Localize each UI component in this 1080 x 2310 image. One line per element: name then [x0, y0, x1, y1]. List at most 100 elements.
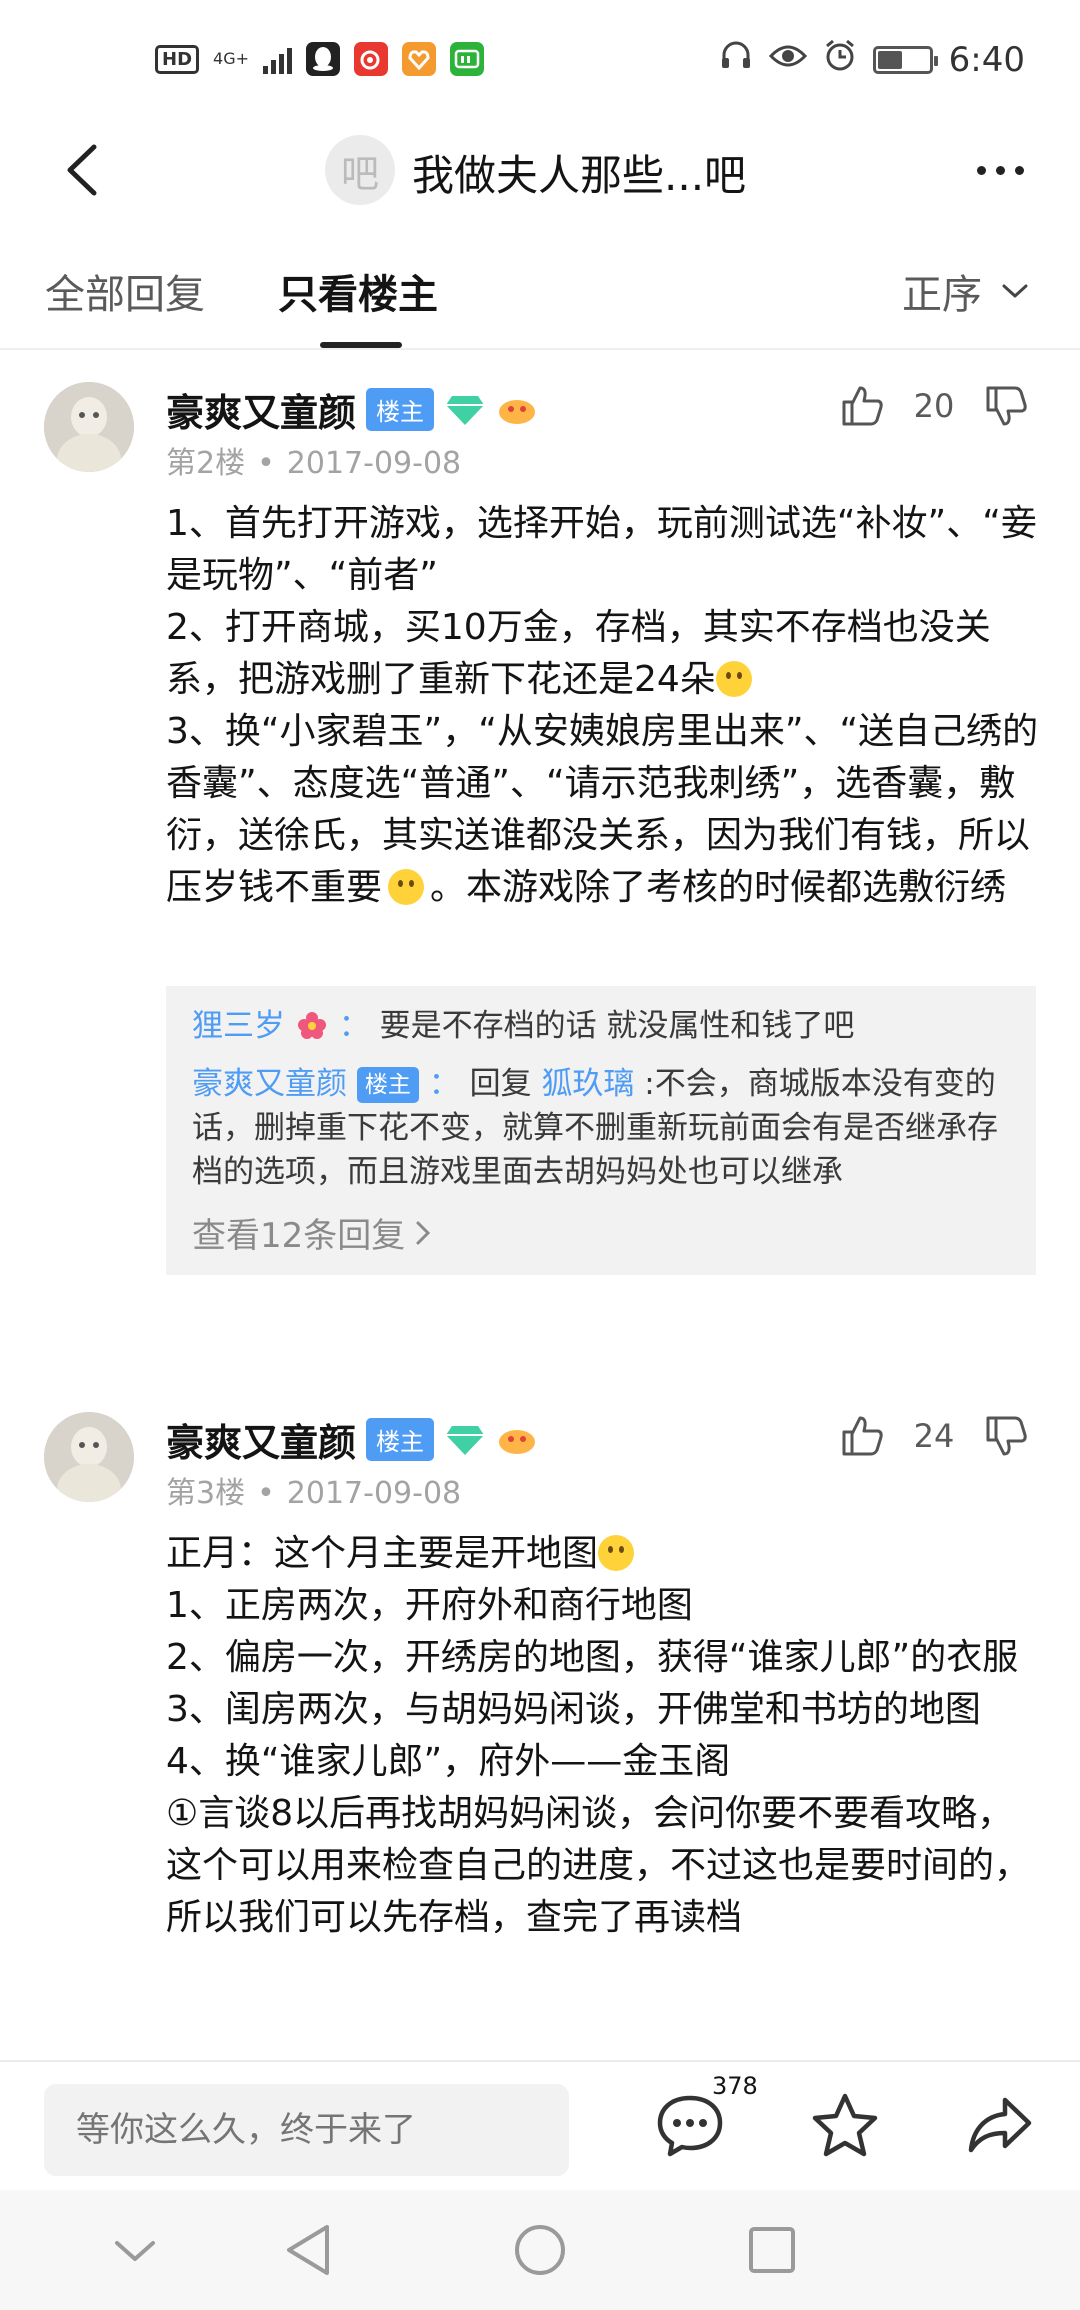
post-paragraph: 正月：这个月主要是开地图	[166, 1528, 1046, 1580]
clock-time: 6:40	[948, 39, 1025, 80]
square-recents-icon	[749, 2227, 795, 2273]
iqiyi-icon	[450, 42, 484, 76]
diamond-level-icon	[446, 1425, 485, 1455]
post-paragraph: 2、偏房一次，开绣房的地图，获得“谁家儿郎”的衣服	[166, 1637, 1019, 1678]
eye-icon	[768, 40, 807, 80]
emoji-icon	[715, 661, 752, 697]
avatar[interactable]	[44, 382, 134, 472]
post-paragraph: ①言谈8以后再找胡妈妈闲谈，会问你要不要看攻略，这个可以用来检查自己的进度，不过…	[166, 1793, 1031, 1938]
medal-icon	[499, 1429, 536, 1454]
reply-target[interactable]: 狐玖璃	[541, 1066, 634, 1102]
nav-home-button[interactable]	[510, 2220, 570, 2280]
author-name[interactable]: 豪爽又童颜	[166, 382, 356, 437]
post-paragraph: 4、换“谁家儿郎”，府外——金玉阁	[166, 1741, 731, 1782]
more-dot-icon	[1014, 165, 1024, 175]
thumbs-down-icon[interactable]	[982, 1412, 1030, 1460]
thumbs-up-icon[interactable]	[838, 382, 886, 430]
owner-badge: 楼主	[366, 388, 435, 431]
floor-meta: 第2楼 • 2017-09-08	[166, 446, 462, 481]
tab-all-replies[interactable]: 全部回复	[45, 262, 205, 320]
reply-input[interactable]	[44, 2084, 569, 2176]
nav-collapse-button[interactable]	[105, 2220, 165, 2280]
share-arrow-icon	[968, 2097, 1032, 2153]
back-button[interactable]	[50, 135, 120, 205]
post-content: 正月：这个月主要是开地图 1、正房两次，开府外和商行地图 2、偏房一次，开绣房的…	[166, 1528, 1046, 2058]
like-group: 20	[838, 382, 1030, 430]
floor-number: 第3楼	[166, 1476, 246, 1511]
comment-bubble-icon	[657, 2095, 723, 2157]
weibo-icon	[354, 42, 388, 76]
tab-bar: 全部回复 只看楼主 正序	[0, 250, 1080, 350]
network-type: 4G+	[213, 49, 249, 68]
post-date: 2017-09-08	[286, 1476, 462, 1511]
medal-icon	[499, 399, 536, 424]
post-paragraph: 1、正房两次，开府外和商行地图	[166, 1585, 693, 1626]
more-dot-icon	[995, 165, 1005, 175]
circle-home-icon	[515, 2225, 565, 2275]
chevron-right-icon	[416, 1221, 431, 1244]
post-paragraph: 3、闺房两次，与胡妈妈闲谈，开佛堂和书坊的地图	[166, 1689, 981, 1730]
reply-count-badge: 378	[712, 2072, 758, 2100]
tab-owner-only[interactable]: 只看楼主	[278, 262, 438, 320]
comment-preview: 狸三岁 ： 要是不存档的话 就没属性和钱了吧 豪爽又童颜 楼主 ： 回复 狐玖璃…	[166, 986, 1036, 1275]
status-bar: HD 4G+ 6:40	[0, 0, 1080, 120]
hd-indicator: HD	[155, 44, 200, 74]
post-date: 2017-09-08	[286, 446, 462, 481]
status-left: HD 4G+	[155, 42, 484, 76]
owner-badge: 楼主	[356, 1067, 419, 1103]
like-count: 24	[913, 1417, 955, 1455]
like-count: 20	[913, 387, 955, 425]
bottom-action-bar: 378	[0, 2060, 1080, 2190]
owner-badge: 楼主	[366, 1418, 435, 1461]
qq-icon	[306, 42, 340, 76]
author-row: 豪爽又童颜 楼主	[166, 1412, 538, 1467]
comment-item[interactable]: 狸三岁 ： 要是不存档的话 就没属性和钱了吧	[192, 1004, 1010, 1048]
post-paragraph: 2、打开商城，买10万金，存档，其实不存档也没关系，把游戏删了重新下花还是24朵	[166, 607, 991, 700]
nav-recents-button[interactable]	[742, 2220, 802, 2280]
view-more-replies[interactable]: 查看12条回复	[192, 1208, 1010, 1257]
avatar[interactable]	[44, 1412, 134, 1502]
sort-dropdown[interactable]: 正序	[902, 262, 1030, 320]
star-icon	[812, 2093, 878, 2157]
flower-icon	[297, 1012, 326, 1039]
floor-number: 第2楼	[166, 446, 246, 481]
status-right: 6:40	[719, 38, 1025, 81]
emoji-icon	[388, 869, 425, 905]
sort-label: 正序	[902, 272, 982, 318]
emoji-icon	[598, 1535, 635, 1571]
triangle-back-icon	[287, 2225, 329, 2275]
post-paragraph: 1、首先打开游戏，选择开始，玩前测试选“补妆”、“妾是玩物”、“前者”	[166, 503, 1037, 596]
more-menu-button[interactable]	[960, 140, 1040, 200]
system-nav-bar	[0, 2190, 1080, 2310]
headset-icon	[719, 38, 753, 81]
diamond-level-icon	[446, 395, 485, 425]
floor-meta: 第3楼 • 2017-09-08	[166, 1476, 462, 1511]
forum-avatar[interactable]: 吧	[325, 135, 395, 205]
like-group: 24	[838, 1412, 1030, 1460]
forum-title[interactable]: 我做夫人那些...吧	[412, 142, 746, 203]
title-bar: 吧 我做夫人那些...吧	[0, 120, 1080, 220]
favorite-button[interactable]	[800, 2080, 890, 2170]
battery-icon	[872, 45, 938, 74]
author-row: 豪爽又童颜 楼主	[166, 382, 538, 437]
commenter-name[interactable]: 豪爽又童颜	[192, 1066, 347, 1102]
chevron-down-icon	[1002, 284, 1028, 298]
chevron-down-icon	[115, 2241, 155, 2261]
favor-icon	[402, 42, 436, 76]
reply-prefix: 回复	[469, 1066, 532, 1102]
nav-back-button[interactable]	[278, 2220, 338, 2280]
chevron-left-icon	[67, 144, 97, 196]
comment-text: 要是不存档的话 就没属性和钱了吧	[379, 1008, 855, 1044]
post-paragraph: 3、换“小家碧玉”，“从安姨娘房里出来”、“送自己绣的香囊”、态度选“普通”、“…	[166, 711, 1039, 908]
commenter-name[interactable]: 狸三岁	[192, 1008, 285, 1044]
signal-icon	[263, 44, 292, 74]
author-name[interactable]: 豪爽又童颜	[166, 1412, 356, 1467]
alarm-icon	[823, 38, 857, 81]
post-content: 1、首先打开游戏，选择开始，玩前测试选“补妆”、“妾是玩物”、“前者” 2、打开…	[166, 498, 1046, 914]
thumbs-up-icon[interactable]	[838, 1412, 886, 1460]
comment-item[interactable]: 豪爽又童颜 楼主 ： 回复 狐玖璃 :不会，商城版本没有变的话，删掉重下花不变，…	[192, 1062, 1010, 1194]
share-button[interactable]	[955, 2080, 1045, 2170]
thumbs-down-icon[interactable]	[982, 382, 1030, 430]
more-dot-icon	[976, 165, 986, 175]
active-tab-indicator	[320, 342, 402, 348]
